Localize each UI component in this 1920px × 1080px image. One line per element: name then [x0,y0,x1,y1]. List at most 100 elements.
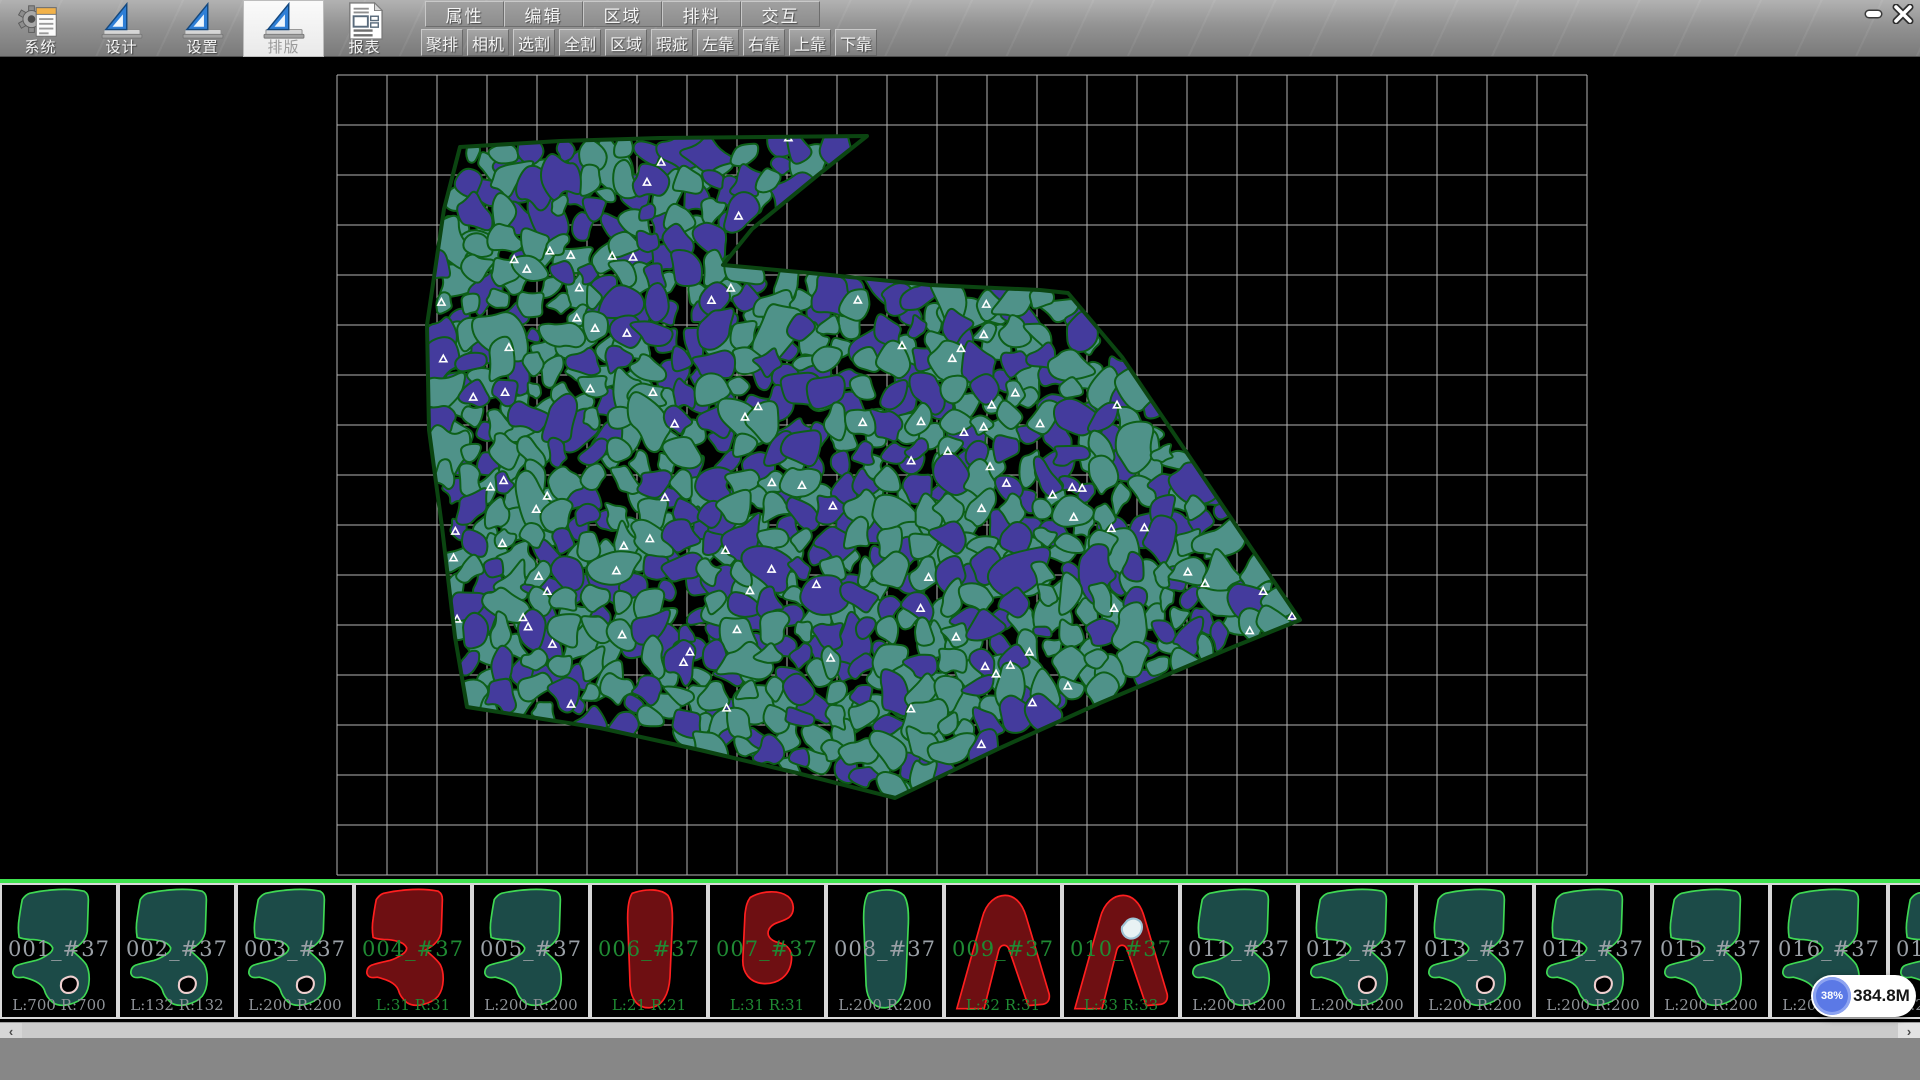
piece-thumbnail[interactable]: 005_#37L:200 R:200 [472,883,590,1019]
nested-piece[interactable] [642,636,665,679]
piece-thumbnail-strip: 001_#37L:700 R:700002_#37L:132 R:132003_… [0,883,1920,1022]
piece-thumbnail[interactable]: 008_#37 L:200 R:200 [826,883,944,1019]
piece-thumbnail[interactable]: 012_#37 L:200 R:200 [1298,883,1416,1019]
tool-button-snap-right[interactable]: 右靠 [743,29,785,56]
piece-lr-count: L:200 R:200 [1300,996,1414,1014]
nested-piece[interactable] [731,144,759,166]
piece-thumbnail[interactable]: 007_#37L:31 R:31 [708,883,826,1019]
nested-piece[interactable] [938,649,967,673]
nested-piece[interactable] [727,377,749,396]
tool-button-camera[interactable]: 相机 [467,29,509,56]
tool-button-cut-all[interactable]: 全割 [559,29,601,56]
piece-lr-count: L:200 R:200 [1536,996,1650,1014]
nesting-canvas-svg [0,57,1920,879]
nested-piece[interactable] [463,613,488,649]
piece-thumbnail[interactable]: 011_#37L:200 R:200 [1180,883,1298,1019]
mode-button-label: 设计 [81,40,162,55]
nested-piece[interactable] [581,463,606,490]
piece-thumbnail[interactable]: 004_#37L:31 R:31 [354,883,472,1019]
menu-interactive[interactable]: 交互 [741,1,820,27]
report-icon [342,2,388,40]
piece-hole [1477,977,1494,993]
piece-hole [297,977,314,993]
minimize-button[interactable] [1861,3,1886,24]
nested-piece[interactable] [645,283,669,322]
thumbnail-scrollbar[interactable]: ‹ › [0,1022,1920,1038]
menu-nest[interactable]: 排料 [662,1,741,27]
nested-piece[interactable] [487,289,510,308]
nested-piece[interactable] [826,705,845,730]
piece-thumbnail[interactable]: 013_#37L:200 R:200 [1416,883,1534,1019]
nested-piece[interactable] [518,129,544,164]
piece-id-label: 012_#37 [1300,937,1414,961]
piece-hole [179,977,196,993]
mode-button-nesting[interactable]: 排版 [243,0,324,57]
nested-piece[interactable] [455,169,482,197]
close-icon [1892,4,1914,24]
piece-lr-count: L:31 R:31 [356,996,470,1014]
nested-piece[interactable] [527,328,540,342]
nested-piece[interactable] [517,292,543,317]
tool-button-region[interactable]: 区域 [605,29,647,56]
nested-piece[interactable] [462,294,480,315]
piece-id-label: 015_#37 [1654,937,1768,961]
mode-button-label: 设置 [162,40,243,55]
piece-thumbnail[interactable]: 014_#37L:200 R:200 [1534,883,1652,1019]
menu-edit[interactable]: 编辑 [504,1,583,27]
nested-piece[interactable] [849,767,880,787]
tool-button-cluster-nest[interactable]: 聚排 [421,29,463,56]
nested-piece[interactable] [1033,627,1051,638]
nesting-canvas[interactable] [0,57,1920,879]
piece-lr-count: L:200 R:200 [1182,996,1296,1014]
nested-piece[interactable] [993,435,1019,462]
mode-button-design[interactable]: 设计 [81,0,162,57]
nested-piece[interactable] [637,231,659,252]
scroll-right-arrow-icon[interactable]: › [1898,1023,1920,1039]
tool-button-select-cut[interactable]: 选割 [513,29,555,56]
piece-thumbnail[interactable]: 009_#37L:32 R:31 [944,883,1062,1019]
tool-button-snap-bottom[interactable]: 下靠 [835,29,877,56]
menu-properties[interactable]: 属性 [425,1,504,27]
scroll-left-arrow-icon[interactable]: ‹ [0,1023,22,1039]
nested-piece[interactable] [528,383,541,399]
piece-id-label: 008_#37 [828,937,942,961]
piece-lr-count: L:200 R:200 [238,996,352,1014]
piece-id-label: 009_#37 [946,937,1060,961]
nested-piece[interactable] [577,532,600,562]
piece-thumbnail[interactable]: 003_#37L:200 R:200 [236,883,354,1019]
piece-thumbnail[interactable]: 010_#37L:33 R:33 [1062,883,1180,1019]
nested-piece[interactable] [462,406,484,427]
tool-button-snap-left[interactable]: 左靠 [697,29,739,56]
menu-region[interactable]: 区域 [583,1,662,27]
piece-hole [1595,977,1612,993]
nested-piece[interactable] [1112,482,1131,515]
mode-button-report[interactable]: 报表 [324,0,405,57]
ruler-icon [261,2,307,40]
piece-thumbnail[interactable]: 006_#37L:21 R:21 [590,883,708,1019]
menu-bar: 属性编辑区域排料交互 [425,1,820,28]
piece-id-label: 001_#37 [2,937,116,961]
nested-piece[interactable] [671,250,702,286]
nested-piece[interactable] [856,617,876,639]
nested-piece[interactable] [673,379,695,409]
piece-id-label: 002_#37 [120,937,234,961]
mode-button-system[interactable]: 系统 [0,0,81,57]
tool-button-defect[interactable]: 瑕疵 [651,29,693,56]
piece-id-label: 013_#37 [1418,937,1532,961]
mode-button-label: 排版 [243,40,324,55]
piece-thumbnail[interactable]: 001_#37L:700 R:700 [0,883,118,1019]
main-toolbar: 系统 设计 设置 排版 报表 属性编辑区域排料交互 聚排相机选割全割区域瑕疵左靠… [0,0,1920,57]
mode-button-settings[interactable]: 设置 [162,0,243,57]
close-button[interactable] [1889,3,1916,24]
nested-piece[interactable] [795,622,812,643]
tool-button-snap-top[interactable]: 上靠 [789,29,831,56]
minimize-icon [1866,11,1881,17]
piece-lr-count: L:31 R:31 [710,996,824,1014]
nested-piece[interactable] [484,558,503,577]
bottom-status-panel [0,1038,1920,1080]
piece-lr-count: L:200 R:200 [828,996,942,1014]
piece-thumbnail[interactable]: 002_#37L:132 R:132 [118,883,236,1019]
piece-thumbnail[interactable]: 015_#37L:200 R:200 [1652,883,1770,1019]
nested-piece[interactable] [489,337,514,382]
nested-piece[interactable] [1146,656,1169,675]
